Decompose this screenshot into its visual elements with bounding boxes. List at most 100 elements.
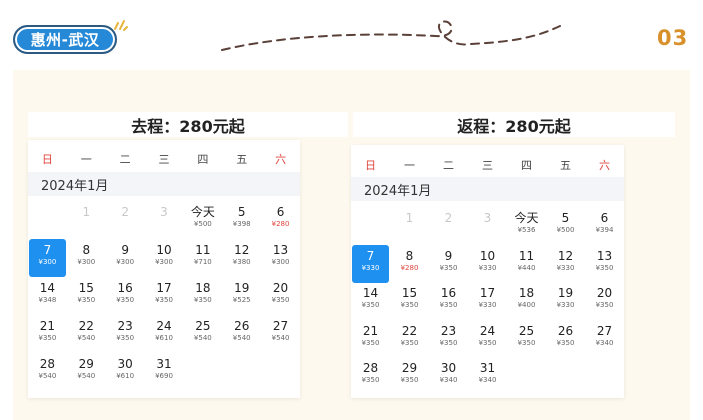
calendar-day[interactable]: 17 ¥330	[469, 282, 506, 320]
day-number: 6	[276, 205, 285, 219]
calendar-day[interactable]: 15 ¥350	[391, 282, 428, 320]
calendar-day[interactable]: 10 ¥300	[146, 239, 183, 277]
calendar-day[interactable]: 11 ¥440	[508, 245, 545, 283]
calendar-day[interactable]: 14 ¥350	[352, 282, 389, 320]
calendar-day[interactable]: 24 ¥610	[146, 315, 183, 353]
day-price: ¥350	[116, 296, 135, 304]
day-price: ¥350	[517, 338, 536, 347]
calendar-day[interactable]: 11 ¥710	[184, 239, 221, 277]
day-number: 3	[483, 211, 492, 225]
calendar-day[interactable]: 今天 ¥500	[184, 201, 221, 239]
day-number: 22	[401, 323, 418, 338]
calendar-day[interactable]: 12 ¥380	[223, 239, 260, 277]
day-price: ¥690	[155, 372, 173, 380]
day-price: ¥300	[38, 258, 57, 266]
day-price: ¥710	[193, 258, 212, 266]
day-price: ¥440	[517, 263, 536, 272]
calendar-day[interactable]: 20 ¥350	[262, 277, 299, 315]
calendar-day[interactable]: 9 ¥350	[430, 245, 467, 283]
calendar-day[interactable]: 23 ¥350	[107, 315, 144, 353]
day-price: ¥540	[77, 372, 96, 380]
day-number: 20	[596, 286, 613, 300]
calendar-day[interactable]: 29 ¥350	[391, 357, 428, 395]
calendar-day[interactable]: 17 ¥350	[146, 277, 183, 315]
calendar-day[interactable]: 29 ¥540	[68, 353, 105, 391]
day-price: ¥340	[439, 376, 458, 384]
day-number: 15	[78, 281, 94, 295]
calendar-day[interactable]: 24 ¥350	[469, 320, 506, 358]
day-number: 16	[117, 281, 133, 295]
calendar-day[interactable]: 6 ¥394	[586, 207, 623, 245]
calendar-day[interactable]: 14 ¥348	[29, 277, 66, 315]
calendar-day[interactable]: 6 ¥280	[262, 201, 299, 239]
day-number: 18	[195, 281, 211, 295]
calendar-day[interactable]: 7 ¥330	[352, 244, 389, 283]
calendar-day[interactable]: 19 ¥330	[547, 282, 584, 320]
calendar-day[interactable]: 16 ¥350	[430, 282, 467, 320]
day-price: ¥610	[155, 334, 173, 342]
day-number: 29	[78, 357, 94, 371]
day-number: 今天	[190, 205, 215, 219]
day-number: 3	[160, 205, 168, 219]
calendar-day[interactable]: 10 ¥330	[469, 245, 506, 283]
calendar-day: 3	[146, 201, 183, 239]
calendar-day[interactable]: 25 ¥540	[184, 315, 221, 353]
calendar-day[interactable]: 30 ¥340	[430, 357, 467, 395]
day-price: ¥300	[155, 258, 173, 266]
calendar-day[interactable]: 16 ¥350	[107, 277, 144, 315]
outbound-calendar: 日一二三四五六 2024年1月 1 2 3 今天 ¥500 5 ¥398 6 ¥280 7 ¥300 8 ¥…	[28, 140, 300, 398]
calendar-day[interactable]: 27 ¥540	[262, 315, 299, 353]
day-price: ¥350	[439, 263, 458, 272]
return-calendar: 日一二三四五六 2024年1月 1 2 3 今天 ¥536 5 ¥500 6 ¥394 7 ¥330 8 ¥…	[351, 145, 624, 398]
calendar-day[interactable]: 19 ¥525	[223, 277, 260, 315]
calendar-day[interactable]: 8 ¥280	[391, 245, 428, 283]
calendar-day[interactable]: 30 ¥610	[107, 353, 144, 391]
calendar-day[interactable]: 13 ¥350	[586, 245, 623, 283]
day-number: 23	[440, 323, 457, 338]
day-price: ¥350	[77, 296, 96, 304]
calendar-day[interactable]: 18 ¥400	[508, 282, 545, 320]
calendar-day[interactable]: 23 ¥350	[430, 320, 467, 358]
calendar-day[interactable]: 26 ¥350	[547, 320, 584, 358]
calendar-day[interactable]: 20 ¥350	[586, 282, 623, 320]
calendar-day: 2	[430, 207, 467, 245]
calendar-day[interactable]: 22 ¥350	[391, 320, 428, 358]
calendar-day[interactable]: 21 ¥350	[29, 315, 66, 353]
dashed-loop-decoration	[221, 20, 561, 51]
day-number: 11	[195, 243, 211, 257]
calendar-day[interactable]: 28 ¥540	[29, 353, 66, 391]
calendar-day[interactable]: 9 ¥300	[107, 239, 144, 277]
calendar-day: 3	[469, 207, 506, 245]
calendar-day[interactable]: 15 ¥350	[68, 277, 105, 315]
calendar-day[interactable]: 26 ¥540	[223, 315, 260, 353]
calendar-day[interactable]: 13 ¥300	[262, 239, 299, 277]
calendar-day[interactable]: 5 ¥398	[223, 201, 260, 239]
weekday-label: 五	[560, 159, 571, 172]
calendar-day[interactable]: 28 ¥350	[352, 357, 389, 395]
calendar-day[interactable]: 5 ¥500	[547, 207, 584, 245]
day-price: ¥350	[439, 338, 458, 347]
day-price: ¥610	[116, 372, 135, 380]
calendar-day[interactable]: 18 ¥350	[184, 277, 221, 315]
calendar-day[interactable]: 27 ¥340	[586, 320, 623, 358]
calendar-day[interactable]: 12 ¥330	[547, 245, 584, 283]
day-price: ¥350	[361, 338, 380, 347]
calendar-day[interactable]: 31 ¥690	[146, 353, 183, 391]
calendar-day[interactable]: 25 ¥350	[508, 320, 545, 358]
calendar-day[interactable]: 22 ¥540	[68, 315, 105, 353]
day-number: 7	[43, 243, 52, 257]
day-price: ¥330	[556, 263, 575, 272]
calendar-day[interactable]: 8 ¥300	[68, 239, 105, 277]
day-number: 5	[237, 205, 246, 219]
day-number: 27	[596, 323, 613, 338]
day-number: 1	[405, 211, 414, 225]
calendar-day[interactable]: 31 ¥340	[469, 357, 506, 395]
day-number: 11	[518, 248, 535, 263]
calendar-day[interactable]: 7 ¥300	[28, 239, 66, 277]
calendar-day[interactable]: 今天 ¥536	[508, 207, 545, 245]
calendar-day: 2	[107, 201, 144, 239]
day-price: ¥350	[478, 338, 497, 347]
day-number: 12	[234, 243, 250, 257]
calendar-day[interactable]: 21 ¥350	[352, 320, 389, 358]
day-price: ¥300	[116, 258, 135, 266]
